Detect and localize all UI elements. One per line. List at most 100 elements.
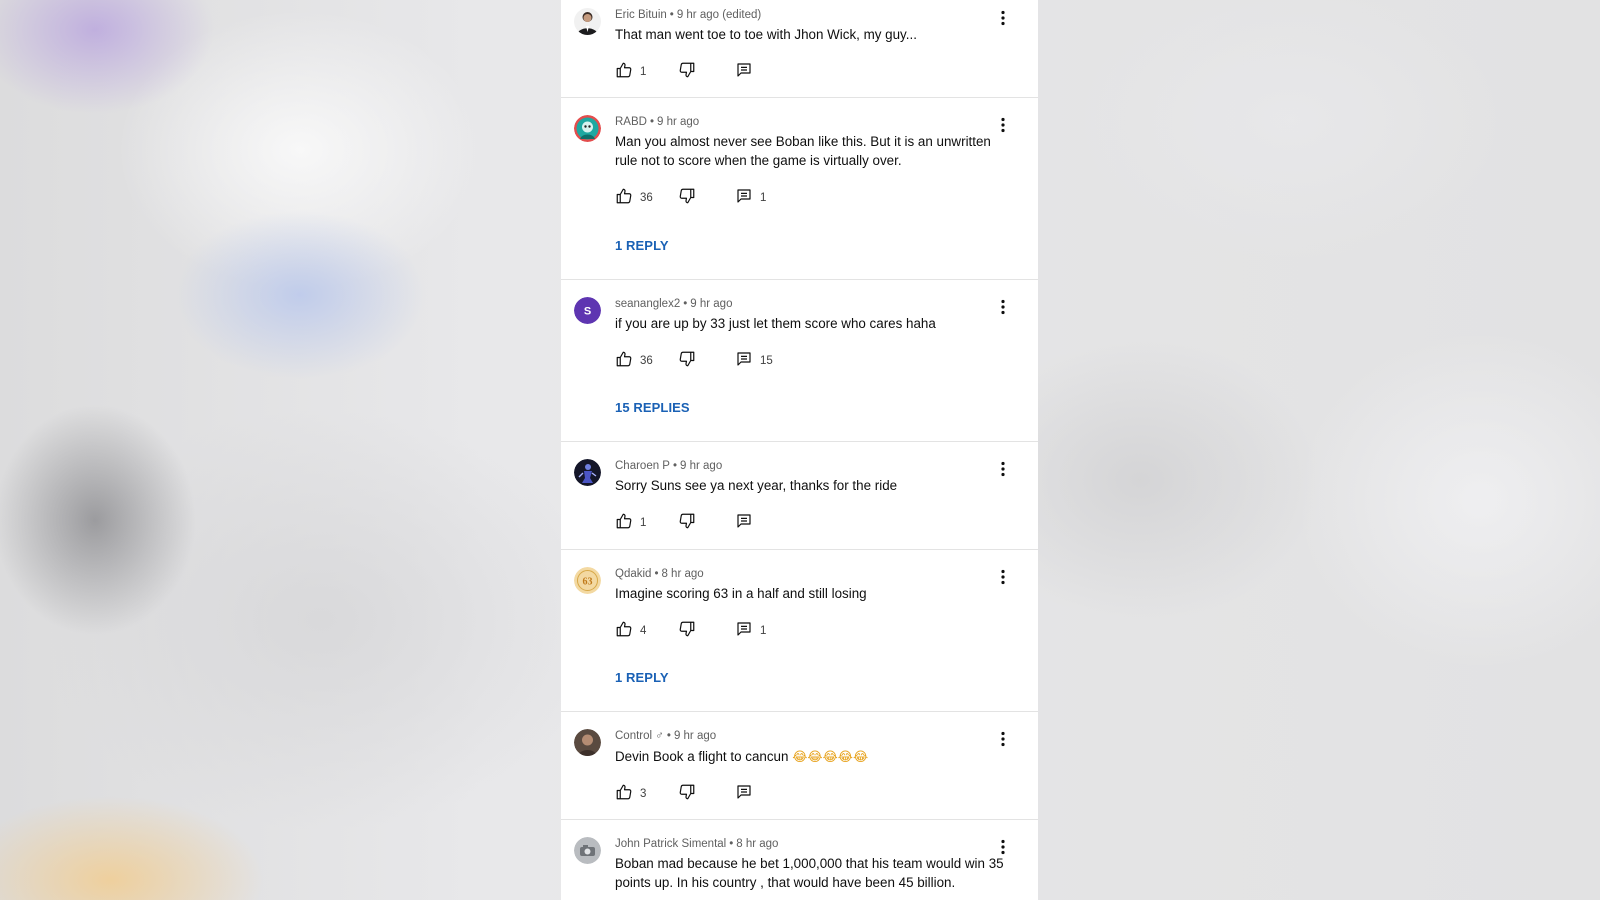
- grey-photo-avatar-icon: [574, 837, 601, 864]
- avatar-letter: S: [584, 306, 591, 318]
- svg-text:63: 63: [583, 577, 593, 588]
- reply-button[interactable]: 15: [735, 349, 773, 369]
- more-options-button[interactable]: [993, 297, 1013, 317]
- comment-item: Eric Bituin • 9 hr ago (edited) That man w…: [561, 0, 1038, 98]
- avatar[interactable]: [574, 837, 601, 864]
- comments-feed[interactable]: Eric Bituin • 9 hr ago (edited) That man w…: [561, 0, 1038, 900]
- view-replies-link[interactable]: 15 REPLIES: [615, 400, 690, 415]
- view-replies-link[interactable]: 1 REPLY: [615, 670, 669, 685]
- comment-text: Sorry Suns see ya next year, thanks for …: [615, 478, 898, 493]
- avatar[interactable]: [574, 729, 601, 756]
- thumbs-up-icon: [616, 62, 632, 78]
- comment-actions: 3: [615, 782, 815, 802]
- like-count: 4: [640, 625, 647, 637]
- reply-button[interactable]: 1: [735, 186, 766, 206]
- comment-actions: 36 15: [615, 349, 815, 369]
- dislike-button[interactable]: [678, 60, 696, 80]
- author-name[interactable]: seananglex2: [615, 298, 680, 310]
- author-name[interactable]: RABD: [615, 116, 647, 128]
- comment-text: Boban mad because he bet 1,000,000 that …: [615, 856, 1004, 890]
- thumbs-up-icon: [616, 621, 632, 637]
- gold-badge-avatar-icon: 63: [574, 567, 601, 594]
- dislike-button[interactable]: [678, 349, 696, 369]
- more-vert-icon: [1001, 299, 1005, 315]
- reply-count: 15: [760, 355, 773, 367]
- like-button[interactable]: 36: [615, 349, 653, 369]
- reply-button[interactable]: [735, 60, 760, 80]
- reply-button[interactable]: 1: [735, 619, 766, 639]
- avatar[interactable]: [574, 459, 601, 486]
- comment-item: RABD • 9 hr ago Man you almost never see B…: [561, 98, 1038, 280]
- author-name[interactable]: Control ♂: [615, 730, 664, 742]
- teal-cartoon-avatar-icon: [574, 115, 601, 142]
- more-options-button[interactable]: [993, 837, 1013, 857]
- author-name[interactable]: Qdakid: [615, 568, 651, 580]
- author-name[interactable]: John Patrick Simental: [615, 838, 726, 850]
- view-replies-link[interactable]: 1 REPLY: [615, 238, 669, 253]
- laughing-emoji-run: 😂😂😂😂😂: [792, 750, 869, 765]
- thumbs-down-icon: [679, 621, 695, 637]
- avatar[interactable]: [574, 8, 601, 35]
- dark-figure-avatar-icon: [574, 459, 601, 486]
- like-button[interactable]: 36: [615, 186, 653, 206]
- like-button[interactable]: 1: [615, 511, 646, 531]
- thumbs-down-icon: [679, 62, 695, 78]
- more-options-button[interactable]: [993, 115, 1013, 135]
- avatar[interactable]: S: [574, 297, 601, 324]
- more-options-button[interactable]: [993, 729, 1013, 749]
- separator-dot: •: [683, 298, 688, 310]
- reply-button[interactable]: [735, 782, 760, 802]
- more-vert-icon: [1001, 10, 1005, 26]
- like-count: 1: [640, 66, 647, 78]
- comment-actions: 4 1: [615, 619, 815, 639]
- dislike-button[interactable]: [678, 511, 696, 531]
- more-options-button[interactable]: [993, 8, 1013, 28]
- avatar[interactable]: 63: [574, 567, 601, 594]
- reply-count: 1: [760, 625, 767, 637]
- more-options-button[interactable]: [993, 567, 1013, 587]
- separator-dot: •: [666, 730, 671, 742]
- more-options-button[interactable]: [993, 459, 1013, 479]
- comment-text: if you are up by 33 just let them score …: [615, 316, 936, 331]
- author-name[interactable]: Eric Bituin: [615, 9, 667, 21]
- comment-actions: 1: [615, 60, 815, 80]
- comment-meta: RABD • 9 hr ago: [615, 116, 699, 128]
- reply-button[interactable]: [735, 511, 760, 531]
- author-name[interactable]: Charoen P: [615, 460, 670, 472]
- like-count: 1: [640, 517, 647, 529]
- like-button[interactable]: 3: [615, 782, 646, 802]
- person-in-suit-avatar-icon: [574, 8, 601, 35]
- comment-text: Devin Book a flight to cancun 😂😂😂😂😂: [615, 747, 1010, 767]
- like-button[interactable]: 1: [615, 60, 646, 80]
- comment-text: Man you almost never see Boban like this…: [615, 134, 991, 168]
- thumbs-up-icon: [616, 351, 632, 367]
- comment-actions: 36 1: [615, 186, 815, 206]
- thumbs-down-icon: [679, 351, 695, 367]
- comment-text: Imagine scoring 63 in a half and still l…: [615, 586, 867, 601]
- comment-item: Charoen P • 9 hr ago Sorry Suns see ya nex…: [561, 442, 1038, 550]
- comment-item: S seananglex2 • 9 hr ago if you are up by …: [561, 280, 1038, 442]
- dislike-button[interactable]: [678, 186, 696, 206]
- separator-dot: •: [672, 460, 678, 472]
- thumbs-down-icon: [679, 513, 695, 529]
- brown-portrait-avatar-icon: [574, 729, 601, 756]
- comment-time: 9 hr ago: [680, 460, 723, 472]
- dislike-button[interactable]: [678, 782, 696, 802]
- more-vert-icon: [1001, 461, 1005, 477]
- separator-dot: •: [654, 568, 659, 580]
- comment-actions: 1: [615, 511, 815, 531]
- comment-meta: John Patrick Simental • 8 hr ago: [615, 838, 778, 850]
- comment-meta: Control ♂ • 9 hr ago: [615, 730, 716, 742]
- thumbs-up-icon: [616, 784, 632, 800]
- comment-time: 9 hr ago: [656, 116, 700, 128]
- comment-time: 9 hr ago: [673, 730, 717, 742]
- comment-item: Control ♂ • 9 hr ago Devin Book a flight t…: [561, 712, 1038, 820]
- comment-time: 9 hr ago: [690, 298, 733, 310]
- comment-icon: [737, 352, 751, 366]
- avatar[interactable]: [574, 115, 601, 142]
- comment-icon: [737, 514, 751, 528]
- dislike-button[interactable]: [678, 619, 696, 639]
- comment-meta: seananglex2 • 9 hr ago: [615, 298, 732, 310]
- like-button[interactable]: 4: [615, 619, 646, 639]
- more-vert-icon: [1001, 839, 1005, 855]
